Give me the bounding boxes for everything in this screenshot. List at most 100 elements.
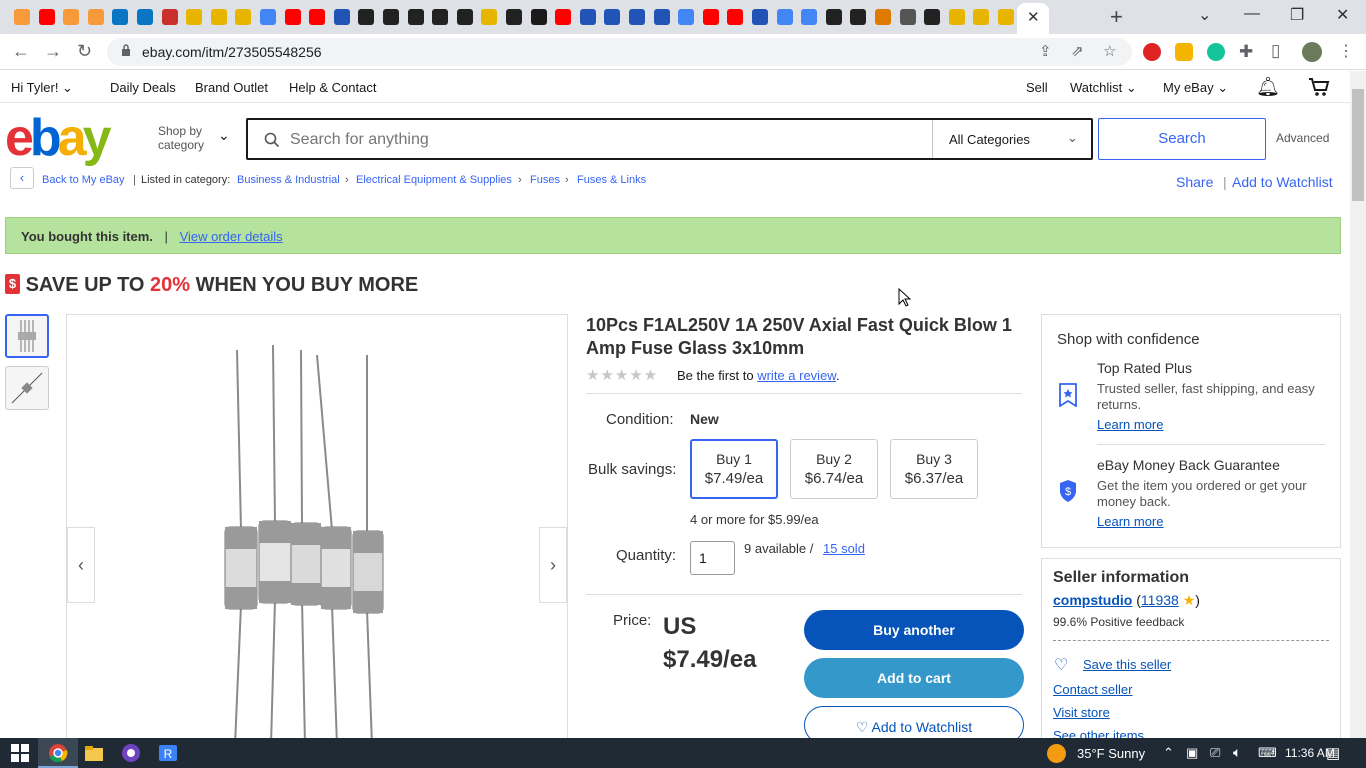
new-tab-button[interactable]: +	[1110, 4, 1123, 30]
breadcrumb-fuses[interactable]: Fuses	[530, 174, 560, 186]
back-to-my-ebay-link[interactable]: Back to My eBay	[42, 174, 125, 186]
quantity-input[interactable]: 1	[690, 541, 735, 575]
tab-favicon[interactable]	[604, 9, 621, 25]
help-contact-link[interactable]: Help & Contact	[289, 80, 376, 95]
product-image-gallery[interactable]: ‹ ›	[66, 314, 568, 745]
contact-seller-link[interactable]: Contact seller	[1053, 682, 1132, 697]
gallery-next-arrow[interactable]: ›	[539, 527, 567, 603]
menu-kebab-icon[interactable]: ⋮	[1338, 41, 1354, 61]
tab-favicon[interactable]	[579, 9, 596, 25]
puzzle-extensions-icon[interactable]: ✚	[1239, 42, 1253, 62]
tab-favicon[interactable]	[456, 9, 473, 25]
tab-favicon[interactable]	[383, 9, 399, 25]
tab-favicon[interactable]	[112, 9, 129, 25]
volume-icon[interactable]: 🔈︎	[1233, 744, 1241, 761]
tab-favicon[interactable]	[333, 9, 350, 25]
learn-more-link[interactable]: Learn more	[1097, 514, 1163, 530]
tab-favicon[interactable]	[14, 9, 30, 25]
bulk-option-buy-2[interactable]: Buy 2 $6.74/ea	[790, 439, 878, 499]
breadcrumb-business-industrial[interactable]: Business & Industrial	[237, 174, 340, 186]
add-to-watchlist-link[interactable]: Add to Watchlist	[1232, 174, 1333, 190]
tab-favicon[interactable]	[924, 9, 941, 25]
view-order-details-link[interactable]: View order details	[180, 229, 283, 244]
tab-favicon[interactable]	[506, 9, 522, 25]
tab-favicon[interactable]	[481, 9, 498, 25]
watchlist-menu[interactable]: Watchlist ⌄	[1070, 80, 1137, 96]
bulk-option-buy-3[interactable]: Buy 3 $6.37/ea	[890, 439, 978, 499]
maximize-icon[interactable]: ❐	[1290, 5, 1304, 25]
tab-favicon[interactable]	[629, 9, 645, 25]
extension-icon[interactable]	[1175, 43, 1193, 61]
reload-icon[interactable]: ↻	[77, 41, 92, 62]
tab-favicon[interactable]	[850, 9, 867, 25]
chrome-taskbar-button[interactable]	[38, 738, 78, 768]
sold-count-link[interactable]: 15 sold	[823, 541, 865, 556]
tab-search-icon[interactable]: ⌄	[1198, 5, 1211, 25]
search-input[interactable]: Search for anything All Categories ⌄	[246, 118, 1093, 160]
tab-favicon[interactable]	[555, 9, 572, 25]
tab-favicon[interactable]	[63, 9, 80, 25]
daily-deals-link[interactable]: Daily Deals	[110, 80, 176, 95]
file-explorer-icon[interactable]	[84, 743, 104, 763]
tab-favicon[interactable]	[432, 9, 449, 25]
tab-favicon[interactable]	[309, 9, 326, 25]
bulk-option-buy-1[interactable]: Buy 1 $7.49/ea	[690, 439, 778, 499]
tab-favicon[interactable]	[161, 9, 178, 25]
tab-favicon[interactable]	[899, 9, 916, 25]
tab-favicon[interactable]	[702, 9, 719, 25]
tab-favicon[interactable]	[235, 9, 252, 25]
share-icon[interactable]: ⇗	[1071, 42, 1084, 60]
tab-favicon[interactable]	[875, 9, 891, 25]
tab-favicon[interactable]	[210, 9, 227, 25]
notification-bell-icon[interactable]: 🔔︎	[1256, 75, 1280, 99]
seller-name-link[interactable]: compstudio	[1053, 592, 1132, 608]
notifications-icon[interactable]: ▤	[1326, 744, 1340, 762]
bookmark-star-icon[interactable]: ☆	[1103, 42, 1116, 60]
my-ebay-menu[interactable]: My eBay ⌄	[1163, 80, 1228, 96]
tab-favicon[interactable]	[678, 9, 695, 25]
learn-more-link[interactable]: Learn more	[1097, 417, 1163, 433]
tab-close-icon[interactable]: ✕	[1027, 8, 1040, 26]
tab-favicon[interactable]	[998, 9, 1014, 25]
buy-another-button[interactable]: Buy another	[804, 610, 1024, 650]
thumbnail-2[interactable]	[5, 366, 49, 410]
breadcrumb-fuses-links[interactable]: Fuses & Links	[577, 174, 646, 186]
address-bar[interactable]: ebay.com/itm/273505548256 ⇪ ⇗ ☆	[107, 38, 1132, 66]
tab-favicon[interactable]	[948, 9, 965, 25]
search-button[interactable]: Search	[1098, 118, 1266, 160]
remote-desktop-icon[interactable]: R	[158, 743, 178, 763]
rating-stars-icon[interactable]: ★★★★★	[586, 366, 658, 384]
tab-favicon[interactable]	[137, 9, 153, 25]
tab-favicon[interactable]	[801, 9, 818, 25]
back-arrow-icon[interactable]: ←	[12, 41, 30, 62]
write-review-link[interactable]: write a review	[757, 368, 836, 383]
tab-favicon[interactable]	[973, 9, 990, 25]
greeting-menu[interactable]: Hi Tyler! ⌄	[11, 80, 73, 96]
tab-favicon[interactable]	[653, 9, 670, 25]
tab-favicon[interactable]	[38, 9, 55, 25]
page-scrollbar[interactable]	[1350, 71, 1366, 738]
adblock-extension-icon[interactable]	[1143, 43, 1161, 61]
tab-favicon[interactable]	[752, 9, 768, 25]
tab-favicon[interactable]	[87, 9, 104, 25]
tray-chevron-icon[interactable]: ⌃	[1163, 745, 1174, 761]
install-icon[interactable]: ⇪	[1039, 42, 1052, 60]
save-seller-link[interactable]: Save this seller	[1083, 657, 1171, 672]
gallery-prev-arrow[interactable]: ‹	[67, 527, 95, 603]
cart-icon[interactable]	[1308, 76, 1330, 98]
tab-favicon[interactable]	[776, 9, 793, 25]
tab-favicon[interactable]	[284, 9, 301, 25]
brand-outlet-link[interactable]: Brand Outlet	[195, 80, 268, 95]
tab-favicon[interactable]	[186, 9, 203, 25]
category-select[interactable]: All Categories ⌄	[932, 120, 1093, 158]
ebay-logo[interactable]: ebay	[5, 112, 112, 164]
minimize-icon[interactable]: —	[1244, 5, 1260, 23]
tab-favicon[interactable]	[358, 9, 375, 25]
grammarly-extension-icon[interactable]	[1207, 43, 1225, 61]
weather-text[interactable]: 35°F Sunny	[1077, 746, 1145, 761]
sell-link[interactable]: Sell	[1026, 80, 1048, 95]
share-link[interactable]: Share	[1176, 174, 1213, 190]
app-icon[interactable]	[121, 743, 141, 763]
thumbnail-1[interactable]	[5, 314, 49, 358]
visit-store-link[interactable]: Visit store	[1053, 705, 1110, 720]
